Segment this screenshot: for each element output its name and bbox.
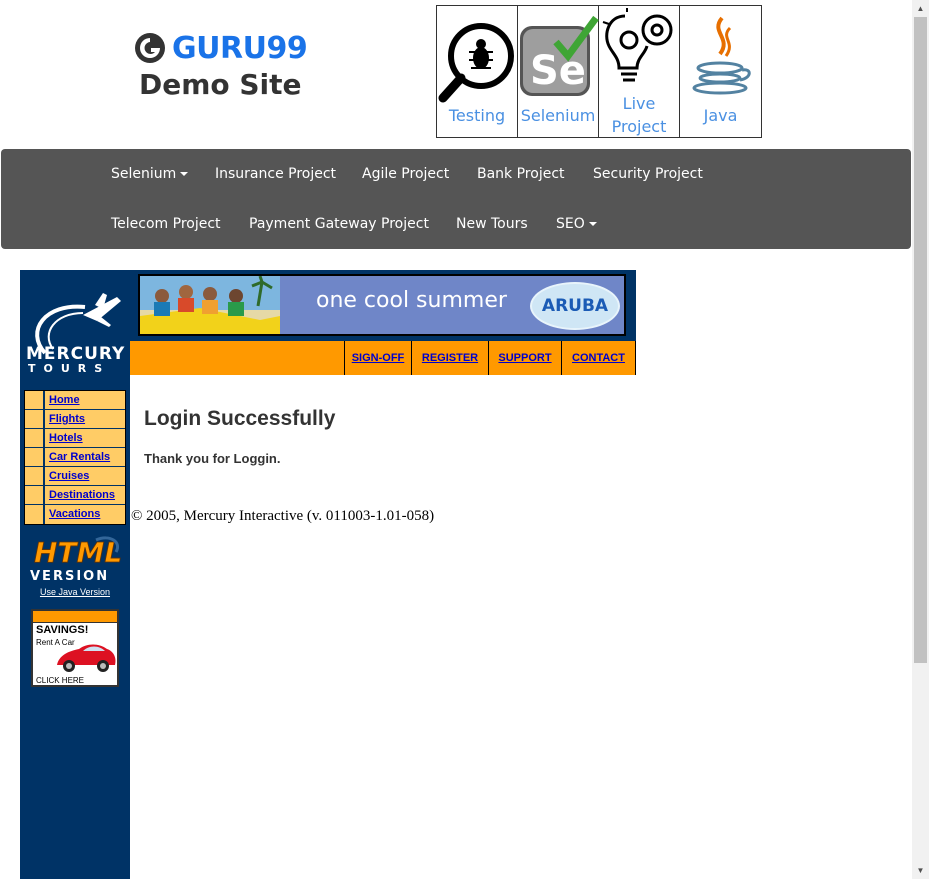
- magnifier-bug-icon: [438, 23, 514, 103]
- tile-live-project[interactable]: Live Project: [599, 6, 680, 137]
- tile-caption: Selenium: [520, 106, 596, 125]
- nav-divider: [635, 341, 636, 375]
- nav-bank-project[interactable]: Bank Project: [477, 149, 565, 199]
- nav-telecom-project[interactable]: Telecom Project: [111, 199, 221, 249]
- page-title: Login Successfully: [144, 407, 336, 430]
- support-link[interactable]: SUPPORT: [488, 341, 561, 375]
- brand-name: GURU99: [172, 30, 308, 66]
- nav-label: SEO: [556, 216, 585, 232]
- html-version-line1: HTML: [34, 536, 122, 569]
- tile-caption: Testing: [448, 106, 506, 125]
- side-link-vacations[interactable]: Vacations: [45, 505, 125, 524]
- aruba-badge-label: ARUBA: [541, 296, 609, 316]
- caret-down-icon: [180, 172, 189, 176]
- banner-container: one cool summer ARUBA: [130, 270, 636, 342]
- tile-java[interactable]: Java: [680, 6, 761, 137]
- menu-bullet: [25, 410, 45, 428]
- mercury-sidebar: MERCURY TOURS Home Flights Hotels Car Re…: [20, 270, 130, 879]
- menu-bullet: [25, 429, 45, 447]
- lightbulb-gear-icon: [602, 8, 673, 82]
- menu-bullet: [25, 448, 45, 466]
- html-version-line2: VERSION: [30, 569, 109, 582]
- guru99-mark-icon: [135, 33, 165, 63]
- side-link-hotels[interactable]: Hotels: [45, 429, 125, 447]
- nav-insurance-project[interactable]: Insurance Project: [215, 149, 336, 199]
- main-navbar: Selenium Insurance Project Agile Project…: [1, 149, 911, 249]
- side-link-home[interactable]: Home: [45, 391, 125, 409]
- course-tiles: Testing Se Selenium Live Project Java: [436, 5, 762, 138]
- tile-testing[interactable]: Testing: [437, 6, 518, 137]
- svg-text:Se: Se: [530, 48, 586, 94]
- register-link[interactable]: REGISTER: [411, 341, 488, 375]
- aruba-banner-ad[interactable]: one cool summer ARUBA: [138, 274, 626, 336]
- mercury-top-nav: SIGN-OFF REGISTER SUPPORT CONTACT: [130, 341, 636, 375]
- beach-photo-icon: [140, 276, 280, 334]
- nav-security-project[interactable]: Security Project: [593, 149, 703, 199]
- side-menu-item: Hotels: [25, 429, 125, 448]
- menu-bullet: [25, 505, 45, 524]
- nav-payment-gateway-project[interactable]: Payment Gateway Project: [249, 199, 429, 249]
- aruba-badge: ARUBA: [530, 282, 620, 330]
- contact-link[interactable]: CONTACT: [561, 341, 635, 375]
- selenium-icon: Se: [520, 15, 599, 96]
- nav-seo-dropdown[interactable]: SEO: [556, 199, 597, 249]
- side-menu-item: Cruises: [25, 467, 125, 486]
- ad-headline: SAVINGS!: [36, 624, 89, 636]
- ad-cta: CLICK HERE: [36, 676, 85, 685]
- copyright-text: © 2005, Mercury Interactive (v. 011003-1…: [131, 508, 435, 524]
- side-menu-item: Destinations: [25, 486, 125, 505]
- rent-a-car-ad[interactable]: SAVINGS! Rent A Car CLICK HERE: [31, 609, 119, 687]
- side-menu-item: Flights: [25, 410, 125, 429]
- tile-selenium[interactable]: Se Selenium: [518, 6, 599, 137]
- scroll-up-arrow-icon[interactable]: ▲: [912, 0, 929, 17]
- html-version-badge: HTML VERSION: [30, 536, 122, 582]
- sign-off-link[interactable]: SIGN-OFF: [344, 341, 411, 375]
- caret-down-icon: [588, 222, 597, 226]
- banner-slogan: one cool summer: [316, 288, 507, 313]
- nav-agile-project[interactable]: Agile Project: [362, 149, 449, 199]
- ad-top-bar: [33, 611, 117, 623]
- side-menu-item: Vacations: [25, 505, 125, 524]
- mercury-wordmark: MERCURY: [26, 344, 126, 364]
- scrollbar-thumb[interactable]: [914, 17, 927, 663]
- menu-bullet: [25, 486, 45, 504]
- tile-caption: Java: [703, 106, 738, 125]
- java-icon: [692, 16, 751, 95]
- menu-bullet: [25, 391, 45, 409]
- side-menu-item: Home: [25, 391, 125, 410]
- nav-new-tours[interactable]: New Tours: [456, 199, 528, 249]
- tile-caption: Project: [611, 117, 667, 136]
- guru99-logo[interactable]: GURU99 Demo Site: [134, 30, 314, 105]
- side-link-cruises[interactable]: Cruises: [45, 467, 125, 485]
- side-menu-item: Car Rentals: [25, 448, 125, 467]
- nav-selenium-dropdown[interactable]: Selenium: [111, 149, 189, 199]
- mercury-side-menu: Home Flights Hotels Car Rentals Cruises …: [24, 390, 126, 525]
- nav-label: Selenium: [111, 166, 177, 182]
- tours-wordmark: TOURS: [28, 362, 111, 375]
- side-link-car-rentals[interactable]: Car Rentals: [45, 448, 125, 466]
- login-message: Thank you for Loggin.: [144, 451, 281, 466]
- side-link-flights[interactable]: Flights: [45, 410, 125, 428]
- brand-subtitle: Demo Site: [139, 68, 302, 101]
- menu-bullet: [25, 467, 45, 485]
- vertical-scrollbar[interactable]: ▲ ▼: [912, 0, 929, 879]
- use-java-version-link[interactable]: Use Java Version: [20, 587, 130, 597]
- tile-caption: Live: [622, 94, 656, 113]
- scroll-down-arrow-icon[interactable]: ▼: [912, 862, 929, 879]
- red-car-icon: [57, 644, 116, 672]
- side-link-destinations[interactable]: Destinations: [45, 486, 125, 504]
